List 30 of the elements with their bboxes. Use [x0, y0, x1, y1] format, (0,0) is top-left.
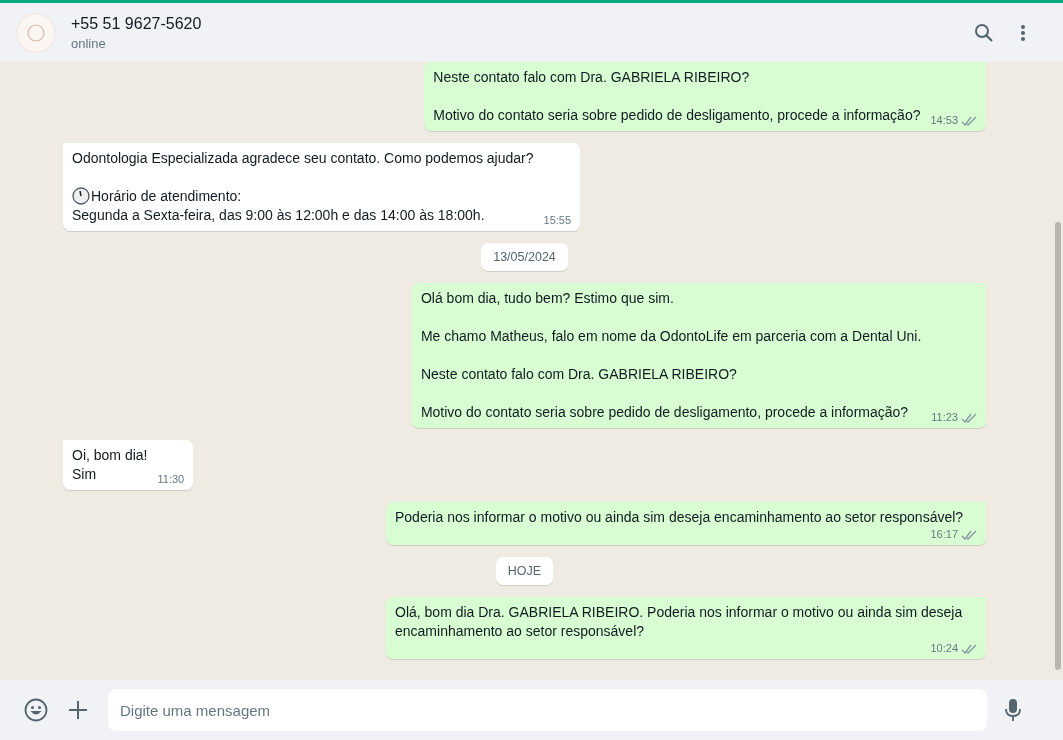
message-text: Neste contato falo com Dra. GABRIELA RIBEIRO? [433, 68, 751, 87]
contact-name: +55 51 9627-5620 [71, 14, 203, 33]
message-text: Odontologia Especializada agradece seu contato. Como podemos ajudar? [72, 149, 534, 168]
microphone-icon[interactable] [1005, 698, 1021, 722]
message-time: 10:24 [930, 641, 958, 656]
message-text: Motivo do contato seria sobre pedido de desligamento, procede a informação? [433, 106, 921, 125]
message-time: 14:53 [930, 113, 958, 128]
message-text: Horário de atendimento: [91, 188, 242, 204]
message-text: Olá, bom dia Dra. GABRIELA RIBEIRO. Poderia nos informar o motivo ou ainda sim deseja encaminhamento ao setor responsável? [395, 603, 964, 641]
contact-status: online [71, 35, 107, 51]
message-input[interactable]: Digite uma mensagem [108, 689, 987, 731]
plus-icon[interactable] [68, 700, 88, 720]
scrollbar-thumb[interactable] [1055, 222, 1061, 670]
message-text: Motivo do contato seria sobre pedido de desligamento, procede a informação? [420, 403, 910, 422]
message-text: Oi, bom dia! Sim [72, 446, 148, 484]
message-text: Segunda a Sexta-feira, das 9:00 às 12:00h e das 14:00 às 18:00h. [72, 206, 486, 225]
message-time: 11:23 [931, 410, 958, 425]
date-label: HOJE [495, 557, 554, 585]
message-text: Me chamo Matheus, falo em nome da OdontoLife em parceria com a Dental Uni. [420, 327, 922, 346]
date-label: 13/05/2024 [481, 243, 568, 271]
clock-icon [72, 187, 90, 205]
message-time: 15:55 [543, 213, 572, 228]
menu-icon[interactable] [1020, 23, 1026, 42]
message-time: 11:30 [157, 472, 185, 487]
message-text: Poderia nos informar o motivo ou ainda sim deseja encaminhamento ao setor responsável? [395, 508, 964, 527]
message-text: Olá bom dia, tudo bem? Estimo que sim. [420, 289, 675, 308]
message-text: Neste contato falo com Dra. GABRIELA RIBEIRO? [420, 365, 738, 384]
emoji-icon[interactable] [24, 698, 48, 722]
message-time: 16:17 [930, 527, 958, 542]
search-icon[interactable] [974, 22, 994, 43]
